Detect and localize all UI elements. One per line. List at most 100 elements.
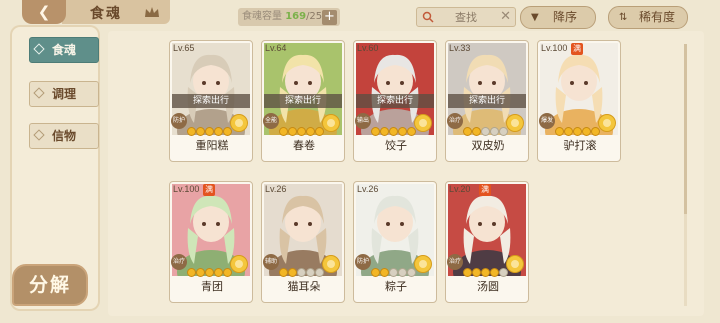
card-name: 双皮奶	[471, 139, 505, 152]
sort-order-label: 降序	[553, 10, 578, 24]
card-name: 青团	[201, 280, 223, 293]
star-icon	[297, 127, 306, 136]
role-tag: 辅助	[263, 254, 279, 270]
gold-seal-icon	[322, 255, 340, 273]
role-tag: 治疗	[447, 254, 463, 270]
gold-seal-icon	[322, 114, 340, 132]
exploring-status: 探索出行	[264, 94, 342, 108]
star-icon	[555, 127, 564, 136]
star-icon	[196, 268, 205, 277]
page-title: 食魂	[90, 6, 122, 22]
star-icon	[187, 268, 196, 277]
gold-seal-icon	[506, 114, 524, 132]
back-button[interactable]: ❮	[22, 0, 66, 24]
star-icon	[371, 268, 380, 277]
food-soul-card[interactable]: Lv.26 辅助 猫耳朵	[261, 181, 345, 303]
star-icon	[380, 127, 389, 136]
star-icon	[398, 268, 407, 277]
card-level: Lv.33	[449, 43, 471, 53]
star-icon	[389, 127, 398, 136]
star-icon	[591, 127, 600, 136]
sort-order-button[interactable]: ▼ 降序	[520, 6, 596, 29]
star-icon	[279, 268, 288, 277]
food-soul-card[interactable]: Lv.65 探索出行 防护 重阳糕	[169, 40, 253, 162]
star-rating	[187, 121, 232, 136]
star-icon	[398, 127, 407, 136]
capacity-add-button[interactable]: +	[322, 10, 337, 25]
star-rating	[555, 121, 600, 136]
card-name: 驴打滚	[563, 139, 597, 152]
tab-tokens[interactable]: 信物	[29, 123, 99, 149]
star-icon	[499, 127, 508, 136]
card-level: Lv.100	[541, 43, 568, 53]
scrollbar-thumb[interactable]	[684, 44, 687, 214]
sort-rarity-button[interactable]: ⇅ 稀有度	[608, 6, 688, 29]
star-rating	[187, 262, 232, 277]
star-icon	[187, 127, 196, 136]
food-soul-card[interactable]: Lv.100 满治疗 青团	[169, 181, 253, 303]
star-icon	[490, 127, 499, 136]
tab-marker-icon	[33, 87, 45, 99]
max-level-badge: 满	[571, 43, 583, 55]
star-icon	[223, 127, 232, 136]
card-name: 猫耳朵	[287, 280, 321, 293]
capacity-current: 169	[285, 11, 307, 22]
clear-icon[interactable]: ✕	[500, 9, 511, 24]
role-tag: 防护	[171, 113, 187, 129]
gold-seal-icon	[414, 255, 432, 273]
back-arrow-icon: ❮	[37, 3, 51, 21]
star-icon	[389, 268, 398, 277]
star-icon	[564, 127, 573, 136]
role-tag: 全能	[263, 113, 279, 129]
card-level: Lv.26	[357, 184, 379, 194]
tab-conditioning[interactable]: 调理	[29, 81, 99, 107]
search-box[interactable]: ✕	[416, 7, 516, 27]
star-icon	[499, 268, 508, 277]
food-soul-card[interactable]: Lv.20 满治疗 汤圆	[445, 181, 529, 303]
food-soul-card[interactable]: Lv.100 满爆发 驴打滚	[537, 40, 621, 162]
food-soul-card[interactable]: Lv.26 防护 粽子	[353, 181, 437, 303]
star-icon	[490, 268, 499, 277]
star-icon	[223, 268, 232, 277]
tab-marker-icon	[33, 43, 45, 55]
gold-seal-icon	[230, 255, 248, 273]
star-icon	[481, 268, 490, 277]
gold-seal-icon	[506, 255, 524, 273]
star-rating	[463, 121, 508, 136]
exploring-status: 探索出行	[172, 94, 250, 108]
tab-label: 调理	[51, 87, 76, 101]
star-icon	[214, 268, 223, 277]
star-icon	[306, 127, 315, 136]
tab-label: 食魂	[51, 43, 76, 57]
food-soul-card[interactable]: Lv.64 探索出行 全能 春卷	[261, 40, 345, 162]
max-level-badge: 满	[203, 184, 215, 196]
star-rating	[279, 262, 324, 277]
search-input[interactable]	[437, 9, 495, 25]
star-icon	[472, 127, 481, 136]
star-icon	[315, 268, 324, 277]
max-level-badge: 满	[479, 184, 491, 196]
star-rating	[371, 262, 416, 277]
star-icon	[288, 268, 297, 277]
card-name: 重阳糕	[195, 139, 229, 152]
star-icon	[288, 127, 297, 136]
star-icon	[463, 127, 472, 136]
food-soul-card[interactable]: Lv.33 探索出行 治疗 双皮奶	[445, 40, 529, 162]
star-icon	[407, 268, 416, 277]
star-icon	[463, 268, 472, 277]
capacity-label: 食魂容量	[242, 11, 282, 22]
tab-marker-icon	[33, 129, 45, 141]
role-tag: 治疗	[171, 254, 187, 270]
star-icon	[472, 268, 481, 277]
decompose-button[interactable]: 分解	[12, 264, 88, 306]
star-icon	[573, 127, 582, 136]
gold-seal-icon	[598, 114, 616, 132]
role-tag: 输出	[355, 113, 371, 129]
tab-food-souls[interactable]: 食魂	[29, 37, 99, 63]
food-soul-card[interactable]: Lv.60 探索出行 输出 饺子	[353, 40, 437, 162]
exploring-status: 探索出行	[448, 94, 526, 108]
role-tag: 爆发	[539, 113, 555, 129]
top-bar: ❮ 食魂 食魂容量 169/250 + ✕ ▼ 降序 ⇅ 稀有度	[0, 0, 720, 33]
star-icon	[279, 127, 288, 136]
star-icon	[205, 127, 214, 136]
